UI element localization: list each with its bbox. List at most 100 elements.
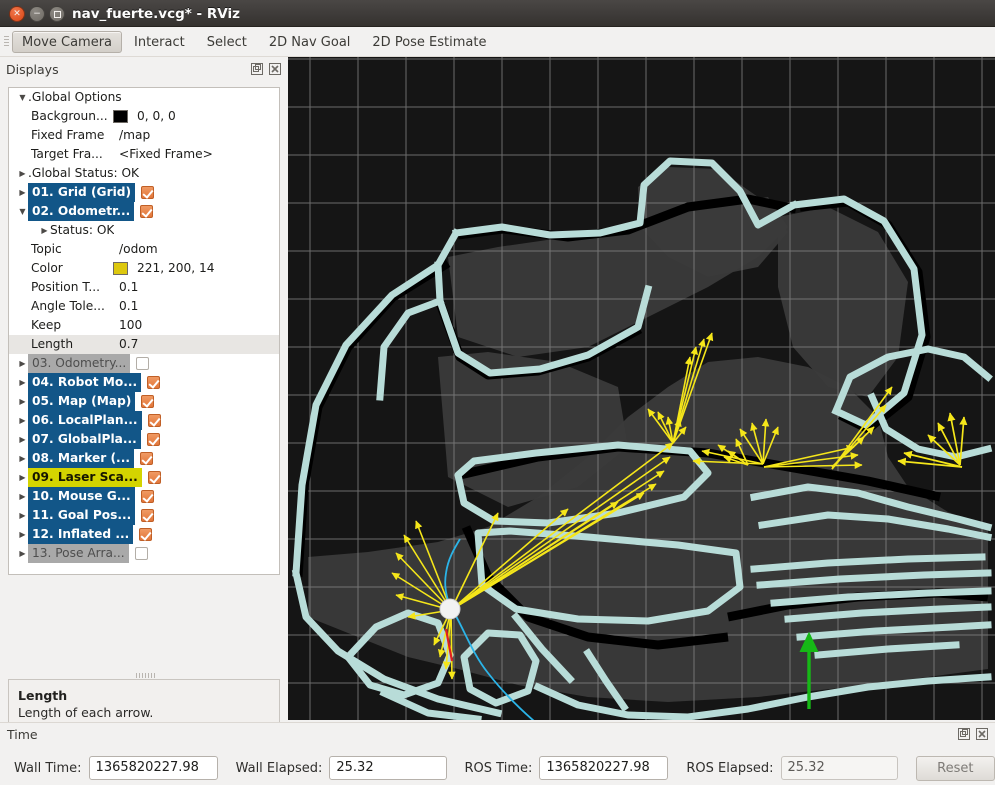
displays-panel: ▼ .Global Options Backgroun... 0, 0, 0 F… [0, 81, 288, 785]
close-icon[interactable] [975, 727, 989, 741]
display-enable-checkbox[interactable] [134, 547, 148, 560]
wall-time-input[interactable]: 1365820227.98 [88, 756, 218, 780]
display-enable-checkbox[interactable] [140, 490, 154, 503]
splitter-handle[interactable] [136, 673, 156, 678]
property-name: Keep [31, 318, 62, 332]
property-angle-tolerance[interactable]: Angle Tole... 0.1 [9, 297, 279, 316]
toolbar-grip[interactable] [0, 27, 12, 57]
display-item-odometry[interactable]: ▼ 02. Odometr... [9, 202, 279, 221]
float-icon[interactable] [957, 727, 971, 741]
display-item-label: 02. Odometr... [28, 202, 135, 221]
property-name: Backgroun... [31, 109, 108, 123]
ros-elapsed-input[interactable]: 25.32 [780, 756, 898, 780]
display-enable-checkbox[interactable] [147, 376, 161, 389]
expander-icon[interactable]: ▶ [17, 468, 28, 487]
float-icon[interactable] [250, 62, 264, 76]
color-swatch[interactable] [113, 110, 128, 123]
display-item-label: 01. Grid (Grid) [28, 183, 136, 202]
maximize-icon [53, 10, 61, 18]
odometry-status-row[interactable]: ▶ Status: OK [9, 221, 279, 240]
display-item-odometry-2[interactable]: ▶ 03. Odometry... [9, 354, 279, 373]
expander-icon[interactable]: ▶ [17, 506, 28, 525]
display-enable-checkbox[interactable] [147, 471, 161, 484]
property-position-tolerance[interactable]: Position T... 0.1 [9, 278, 279, 297]
tool-move-camera[interactable]: Move Camera [12, 30, 123, 53]
display-enable-checkbox[interactable] [147, 414, 161, 427]
tree-item-global-options[interactable]: ▼ .Global Options [9, 88, 279, 107]
expander-icon[interactable]: ▶ [17, 183, 28, 202]
displays-panel-title: Displays [6, 61, 59, 77]
time-fields-row: Wall Time: 1365820227.98 Wall Elapsed: 2… [0, 751, 995, 785]
ros-time-input[interactable]: 1365820227.98 [539, 756, 669, 780]
window-close-button[interactable]: ✕ [9, 6, 25, 22]
ros-elapsed-label: ROS Elapsed: [686, 760, 774, 776]
render-view[interactable] [288, 57, 995, 720]
expander-icon[interactable]: ▼ [17, 202, 28, 221]
expander-icon[interactable]: ▶ [17, 373, 28, 392]
expander-icon[interactable]: ▼ [17, 88, 28, 107]
display-enable-checkbox[interactable] [141, 186, 155, 199]
expander-icon[interactable]: ▶ [17, 487, 28, 506]
tool-interact[interactable]: Interact [124, 31, 195, 53]
display-item-grid[interactable]: ▶ 01. Grid (Grid) [9, 183, 279, 202]
display-enable-checkbox[interactable] [136, 357, 150, 370]
display-item-laser-scan[interactable]: ▶ 09. Laser Sca... [9, 468, 279, 487]
expander-icon[interactable]: ▶ [17, 525, 28, 544]
display-enable-checkbox[interactable] [146, 433, 160, 446]
tool-select[interactable]: Select [197, 31, 257, 53]
property-name: Target Fra... [31, 147, 103, 161]
display-item-label: 12. Inflated ... [28, 525, 134, 544]
color-swatch[interactable] [113, 262, 128, 275]
expander-icon[interactable]: ▶ [17, 544, 28, 563]
window-maximize-button[interactable] [49, 6, 65, 22]
expander-icon[interactable]: ▶ [17, 430, 28, 449]
display-item-pose-array[interactable]: ▶ 13. Pose Arra... [9, 544, 279, 563]
property-color[interactable]: Color 221, 200, 14 [9, 259, 279, 278]
display-item-robot-model[interactable]: ▶ 04. Robot Mo... [9, 373, 279, 392]
property-keep[interactable]: Keep 100 [9, 316, 279, 335]
display-enable-checkbox[interactable] [140, 205, 154, 218]
property-value: <Fixed Frame> [119, 147, 213, 161]
display-item-label: 03. Odometry... [28, 354, 131, 373]
display-item-local-plan[interactable]: ▶ 06. LocalPlan... [9, 411, 279, 430]
expander-icon[interactable]: ▶ [17, 392, 28, 411]
property-background-color[interactable]: Backgroun... 0, 0, 0 [9, 107, 279, 126]
displays-tree[interactable]: ▼ .Global Options Backgroun... 0, 0, 0 F… [8, 87, 280, 575]
display-enable-checkbox[interactable] [139, 528, 153, 541]
display-item-goal-pose[interactable]: ▶ 11. Goal Pos... [9, 506, 279, 525]
render-canvas [288, 57, 995, 720]
display-item-label: 09. Laser Sca... [28, 468, 142, 487]
property-value: 0.1 [119, 299, 139, 313]
display-enable-checkbox[interactable] [139, 452, 153, 465]
status-label: Status: OK [50, 223, 115, 237]
wall-elapsed-input[interactable]: 25.32 [329, 756, 447, 780]
property-topic[interactable]: Topic /odom [9, 240, 279, 259]
tree-item-global-status[interactable]: ▶ .Global Status: OK [9, 164, 279, 183]
expander-icon[interactable]: ▶ [39, 221, 50, 240]
property-value: 100 [119, 318, 143, 332]
property-fixed-frame[interactable]: Fixed Frame /map [9, 126, 279, 145]
display-item-mouse-goal[interactable]: ▶ 10. Mouse G... [9, 487, 279, 506]
property-name: Color [31, 261, 63, 275]
display-enable-checkbox[interactable] [141, 509, 155, 522]
display-enable-checkbox[interactable] [141, 395, 155, 408]
close-icon[interactable] [268, 62, 282, 76]
display-item-global-plan[interactable]: ▶ 07. GlobalPla... [9, 430, 279, 449]
title-bar: ✕ − nav_fuerte.vcg* - RViz [0, 0, 995, 27]
wall-elapsed-label: Wall Elapsed: [235, 760, 323, 776]
tool-2d-nav-goal[interactable]: 2D Nav Goal [259, 31, 361, 53]
property-length[interactable]: Length 0.7 [9, 335, 279, 354]
expander-icon[interactable]: ▶ [17, 164, 28, 183]
help-title: Length [18, 688, 68, 703]
expander-icon[interactable]: ▶ [17, 354, 28, 373]
display-item-map[interactable]: ▶ 05. Map (Map) [9, 392, 279, 411]
expander-icon[interactable]: ▶ [17, 411, 28, 430]
display-item-inflated-obstacles[interactable]: ▶ 12. Inflated ... [9, 525, 279, 544]
display-item-label: 08. Marker (... [28, 449, 134, 468]
reset-button[interactable]: Reset [915, 755, 995, 781]
expander-icon[interactable]: ▶ [17, 449, 28, 468]
property-target-frame[interactable]: Target Fra... <Fixed Frame> [9, 145, 279, 164]
tool-2d-pose-estimate[interactable]: 2D Pose Estimate [362, 31, 496, 53]
display-item-marker[interactable]: ▶ 08. Marker (... [9, 449, 279, 468]
window-minimize-button[interactable]: − [29, 6, 45, 22]
